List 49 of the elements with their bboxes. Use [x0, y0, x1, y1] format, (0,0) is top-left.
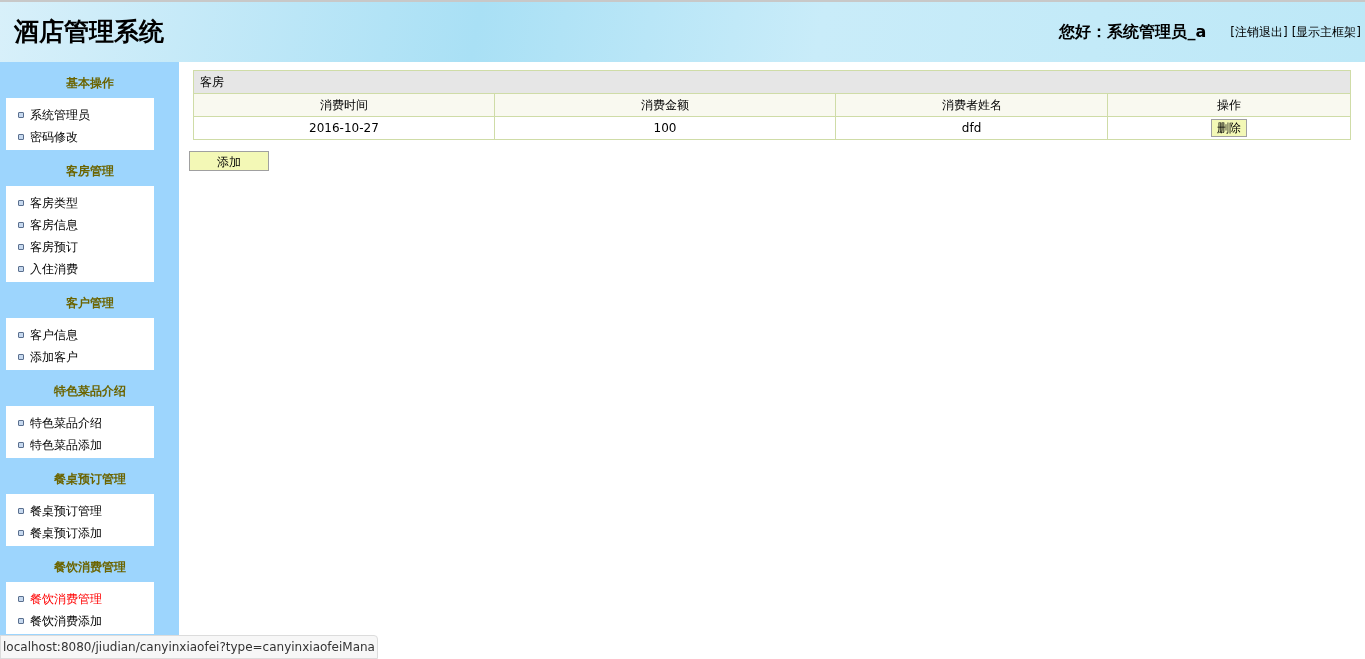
add-button[interactable]: 添加 — [189, 151, 269, 171]
section-title: 特色菜品介绍 — [52, 383, 127, 400]
bullet-icon — [18, 618, 24, 624]
delete-button[interactable]: 删除 — [1211, 119, 1247, 137]
menu-link[interactable]: 餐饮消费添加 — [30, 610, 102, 632]
menu-link[interactable]: 餐桌预订添加 — [30, 522, 102, 544]
bullet-icon — [18, 112, 24, 118]
menu-link[interactable]: 餐饮消费管理 — [30, 588, 102, 610]
section-title: 餐饮消费管理 — [52, 559, 127, 576]
bullet-icon — [18, 244, 24, 250]
section-title: 餐桌预订管理 — [52, 471, 127, 488]
bullet-icon — [18, 420, 24, 426]
menu-link[interactable]: 系统管理员 — [30, 104, 90, 126]
menu-link[interactable]: 入住消费 — [30, 258, 78, 280]
header-link[interactable]: [注销退出] — [1230, 23, 1288, 41]
bullet-icon — [18, 266, 24, 272]
bullet-icon — [18, 508, 24, 514]
menu-link[interactable]: 密码修改 — [30, 126, 78, 148]
menu-link[interactable]: 添加客户 — [30, 346, 78, 368]
menu-link[interactable]: 客房信息 — [30, 214, 78, 236]
bullet-icon — [18, 200, 24, 206]
column-header: 消费金额 — [494, 93, 836, 117]
status-url: localhost:8080/jiudian/canyinxiaofei?type=canyinxiaofeiMana — [0, 635, 378, 659]
menu-link[interactable]: 餐桌预订管理 — [30, 500, 102, 522]
bullet-icon — [18, 332, 24, 338]
menu-link[interactable]: 特色菜品添加 — [30, 434, 102, 456]
column-header: 消费时间 — [193, 93, 495, 117]
app-title: 酒店管理系统 — [14, 16, 164, 49]
menu-link[interactable]: 客房类型 — [30, 192, 78, 214]
section-title: 基本操作 — [64, 75, 115, 92]
table-cell: 2016-10-27 — [193, 116, 495, 140]
bullet-icon — [18, 530, 24, 536]
menu-link[interactable]: 特色菜品介绍 — [30, 412, 102, 434]
bullet-icon — [18, 596, 24, 602]
section-title: 客房管理 — [64, 163, 115, 180]
column-header: 消费者姓名 — [835, 93, 1108, 117]
bullet-icon — [18, 354, 24, 360]
column-header: 操作 — [1107, 93, 1351, 117]
header-link[interactable]: [显示主框架] — [1291, 23, 1361, 41]
table-cell: 100 — [494, 116, 836, 140]
table-cell: dfd — [835, 116, 1108, 140]
table-caption: 客房 — [193, 70, 1351, 94]
greeting: 您好：系统管理员_a — [1059, 21, 1207, 43]
section-title: 客户管理 — [64, 295, 115, 312]
bullet-icon — [18, 442, 24, 448]
menu-link[interactable]: 客户信息 — [30, 324, 78, 346]
menu-link[interactable]: 客房预订 — [30, 236, 78, 258]
bullet-icon — [18, 134, 24, 140]
bullet-icon — [18, 222, 24, 228]
